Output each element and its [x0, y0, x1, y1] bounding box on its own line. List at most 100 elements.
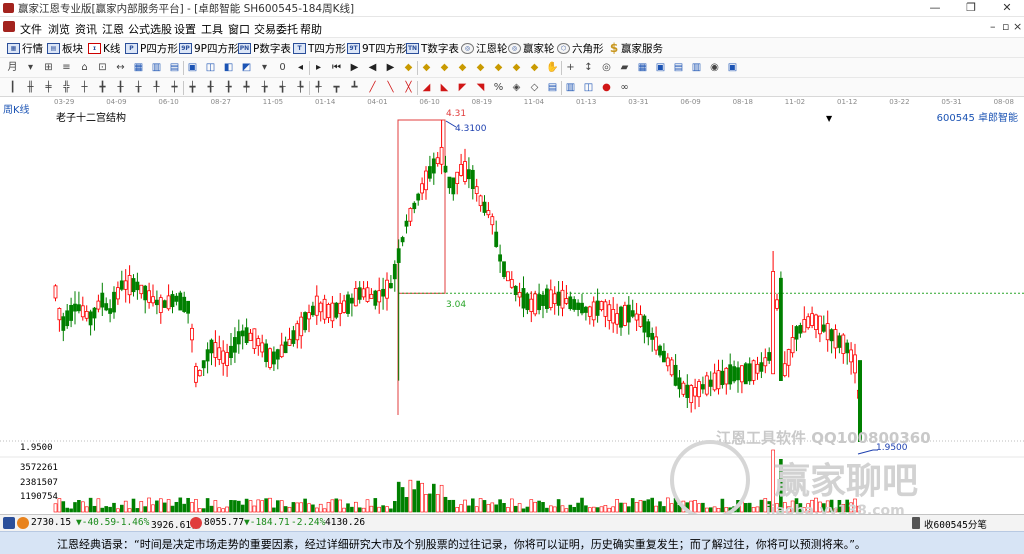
volume-bar[interactable] — [439, 484, 444, 513]
volume-bar[interactable] — [416, 480, 421, 513]
volume-bar[interactable] — [166, 499, 171, 513]
candle-body[interactable] — [287, 338, 292, 346]
candle-body[interactable] — [260, 342, 265, 353]
menu-news[interactable]: 资讯 — [75, 21, 97, 37]
candle-body[interactable] — [154, 299, 159, 306]
volume-bar[interactable] — [509, 498, 514, 513]
volume-bar[interactable] — [552, 506, 557, 513]
line-tool-icon[interactable]: ◇ — [528, 82, 541, 94]
volume-bar[interactable] — [537, 500, 541, 513]
candle-body[interactable] — [139, 284, 144, 295]
candle-body[interactable] — [642, 315, 647, 333]
candle-body[interactable] — [482, 201, 487, 213]
candle-body[interactable] — [541, 294, 545, 306]
menu-help[interactable]: 帮助 — [300, 21, 322, 37]
candle-body[interactable] — [116, 287, 120, 300]
candle-body[interactable] — [654, 336, 658, 351]
candle-body[interactable] — [404, 220, 409, 227]
candle-body[interactable] — [650, 332, 655, 340]
candle-body[interactable] — [377, 290, 382, 303]
candle-body[interactable] — [412, 202, 417, 210]
volume-bar[interactable] — [194, 499, 198, 513]
candle-body[interactable] — [790, 337, 795, 354]
candle-body[interactable] — [755, 363, 760, 374]
drawing-tool-icon[interactable]: ▤ — [672, 62, 685, 74]
candle-body[interactable] — [84, 310, 89, 319]
volume-bar[interactable] — [221, 508, 225, 513]
volume-bar[interactable] — [84, 506, 89, 513]
volume-bar[interactable] — [665, 497, 670, 513]
volume-bar[interactable] — [120, 504, 124, 513]
line-tool-icon[interactable]: ╱ — [366, 82, 379, 94]
candle-body[interactable] — [330, 302, 335, 322]
candle-body[interactable] — [463, 161, 467, 182]
candle-body[interactable] — [798, 325, 803, 334]
volume-bar[interactable] — [513, 505, 518, 513]
line-tool-icon[interactable]: ◢ — [420, 82, 433, 94]
volume-bar[interactable] — [385, 506, 389, 513]
volume-bar[interactable] — [209, 505, 214, 513]
candle-body[interactable] — [100, 292, 105, 308]
volume-bar[interactable] — [229, 500, 233, 513]
period-label[interactable]: 周K线 — [3, 101, 30, 116]
volume-bar[interactable] — [392, 501, 397, 513]
volume-bar[interactable] — [244, 498, 249, 513]
drawing-tool-icon[interactable]: 月 — [6, 62, 19, 74]
candle-body[interactable] — [521, 288, 526, 309]
service-button[interactable]: $ 赢家服务 — [609, 40, 663, 56]
volume-bar[interactable] — [626, 506, 631, 513]
candle-body[interactable] — [662, 350, 666, 363]
volume-bar[interactable] — [272, 507, 276, 513]
menu-tools[interactable]: 工具 — [201, 21, 223, 37]
candle-body[interactable] — [704, 375, 709, 395]
volume-bar[interactable] — [213, 500, 218, 513]
volume-bar[interactable] — [135, 508, 140, 513]
candle-body[interactable] — [275, 349, 280, 360]
volume-bar[interactable] — [751, 507, 756, 513]
candle-body[interactable] — [533, 293, 538, 315]
candle-body[interactable] — [221, 350, 226, 364]
line-tool-icon[interactable]: ╁ — [132, 82, 145, 94]
volume-bar[interactable] — [502, 503, 506, 513]
candle-body[interactable] — [611, 309, 616, 324]
candle-body[interactable] — [451, 177, 456, 195]
candle-body[interactable] — [65, 310, 70, 327]
candle-body[interactable] — [392, 263, 397, 280]
menu-settings[interactable]: 设置 — [174, 21, 196, 37]
line-tool-icon[interactable]: ╂ — [114, 82, 127, 94]
menu-window[interactable]: 窗口 — [228, 21, 250, 37]
candle-body[interactable] — [810, 313, 814, 326]
candle-body[interactable] — [665, 357, 670, 367]
candle-body[interactable] — [322, 298, 327, 320]
volume-bar[interactable] — [447, 499, 452, 513]
volume-bar[interactable] — [283, 506, 288, 513]
candle-body[interactable] — [681, 382, 686, 395]
drawing-tool-icon[interactable]: ◆ — [420, 62, 433, 74]
candle-body[interactable] — [57, 308, 62, 321]
volume-bar[interactable] — [174, 501, 179, 513]
volume-bar[interactable] — [560, 505, 565, 513]
candle-body[interactable] — [217, 347, 222, 360]
candle-body[interactable] — [693, 387, 697, 397]
line-tool-icon[interactable]: ┳ — [330, 82, 343, 94]
candle-body[interactable] — [630, 310, 635, 317]
candle-body[interactable] — [513, 285, 518, 295]
volume-bar[interactable] — [619, 502, 623, 513]
line-tool-icon[interactable]: ╫ — [24, 82, 37, 94]
candle-body[interactable] — [689, 385, 694, 404]
volume-bar[interactable] — [576, 502, 580, 513]
volume-bar[interactable] — [73, 502, 77, 513]
volume-bar[interactable] — [178, 497, 183, 513]
volume-bar[interactable] — [587, 507, 592, 513]
t-square-button[interactable]: T T四方形 — [293, 40, 346, 56]
candle-body[interactable] — [264, 343, 269, 363]
volume-bar[interactable] — [486, 504, 491, 513]
candle-body[interactable] — [584, 306, 588, 313]
candle-body[interactable] — [724, 367, 729, 385]
volume-bar[interactable] — [623, 502, 627, 513]
candle-body[interactable] — [248, 332, 253, 342]
candle-body[interactable] — [271, 351, 276, 365]
volume-bar[interactable] — [615, 499, 619, 513]
volume-bar[interactable] — [420, 482, 424, 513]
candle-body[interactable] — [201, 360, 206, 369]
